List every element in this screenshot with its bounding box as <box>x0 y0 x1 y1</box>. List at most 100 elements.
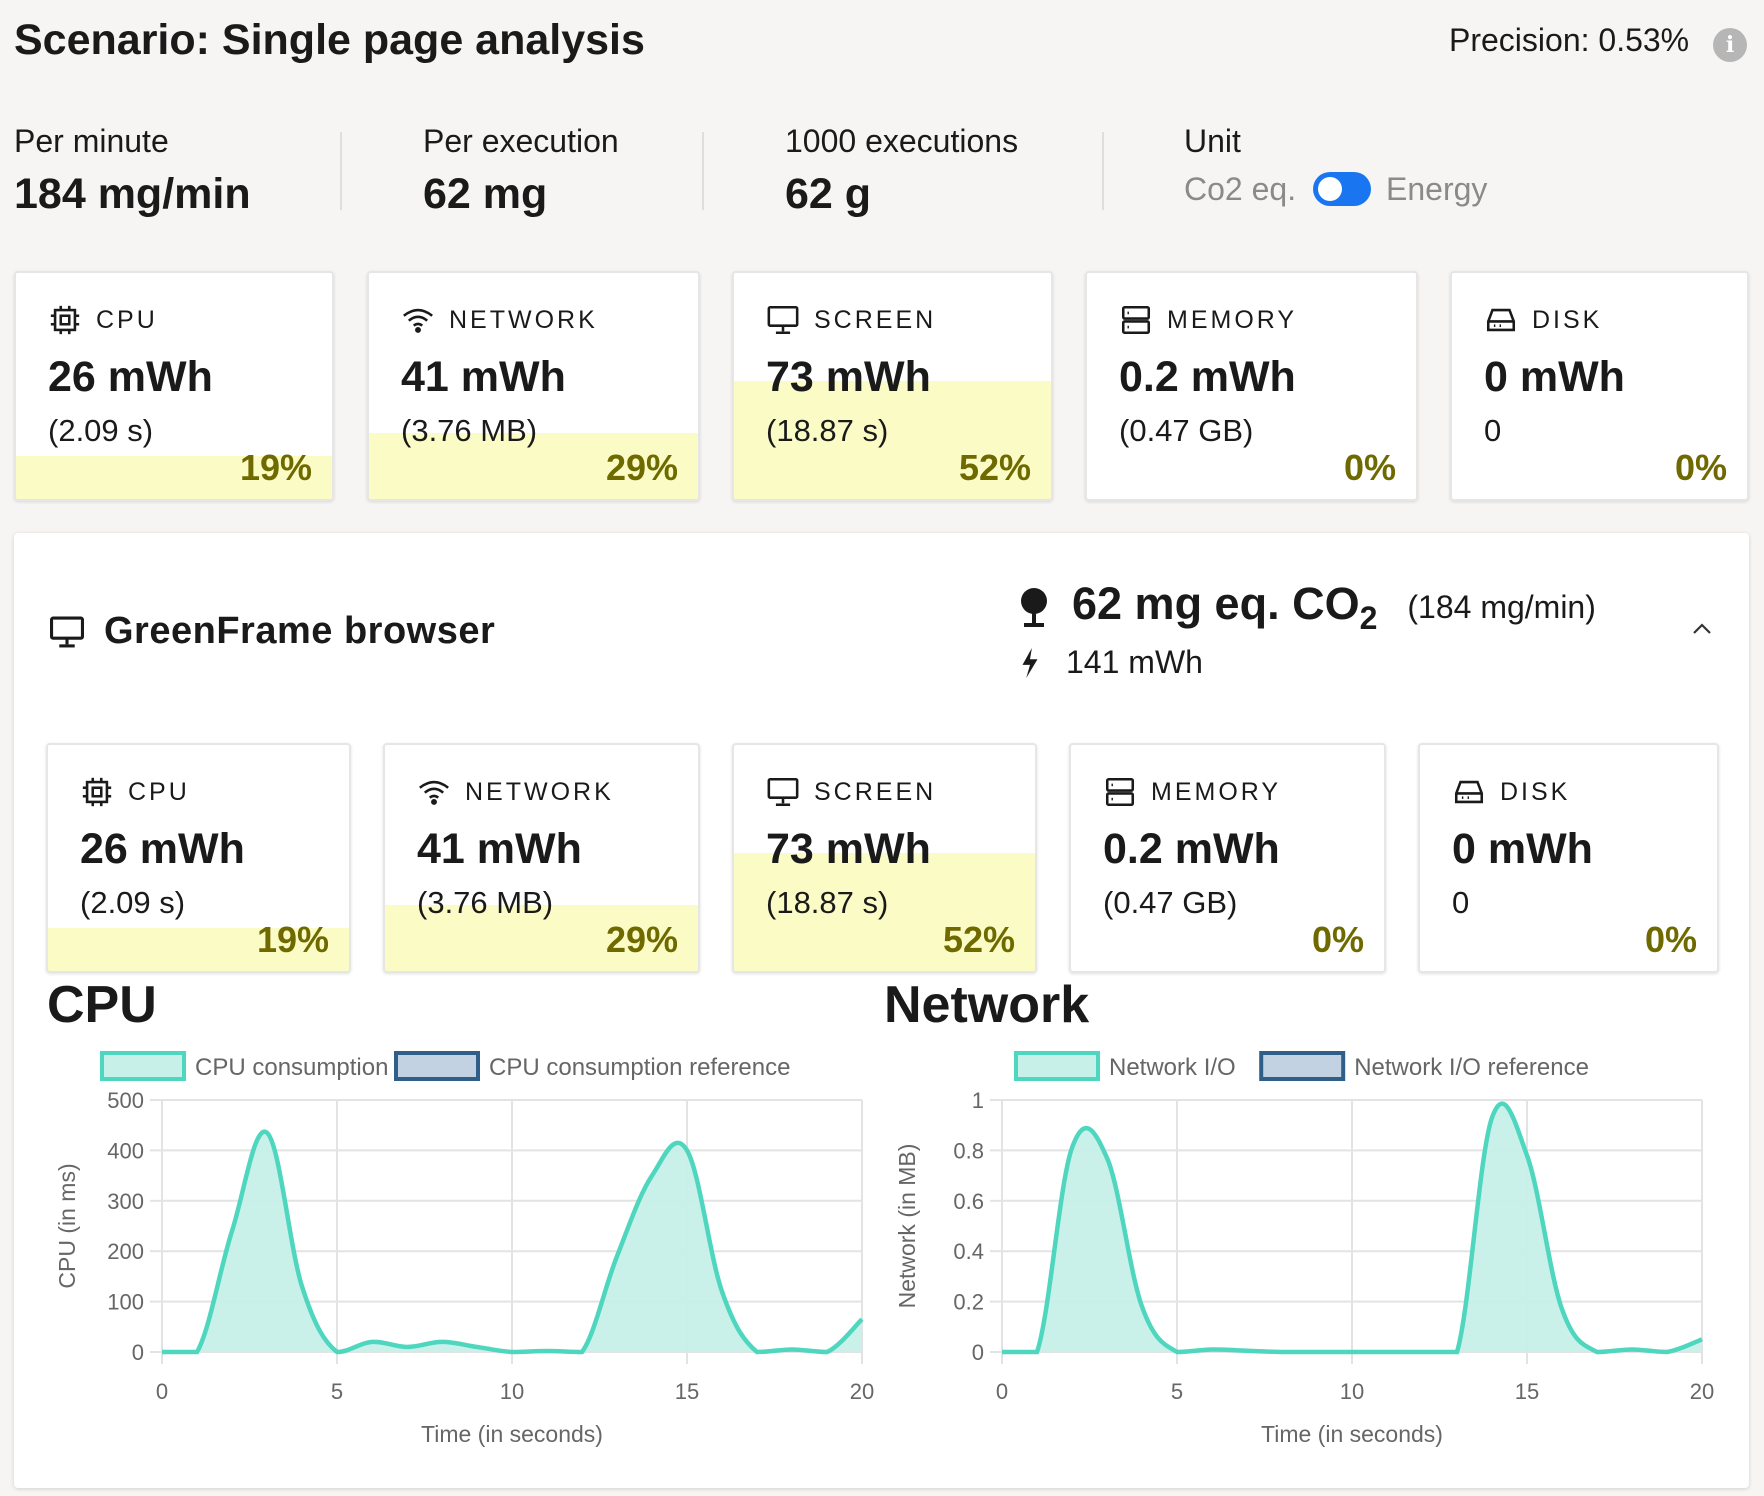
stat-divider <box>1102 132 1104 210</box>
monitor-icon <box>767 777 799 807</box>
resource-card-cpu: CPU 26 mWh (2.09 s) 19% <box>14 271 334 501</box>
card-value: 41 mWh <box>401 353 566 401</box>
stat-divider <box>340 132 342 210</box>
card-detail: (3.76 MB) <box>401 413 538 448</box>
x-tick-label: 20 <box>1690 1379 1714 1404</box>
card-detail: (2.09 s) <box>80 885 186 920</box>
y-tick-label: 500 <box>107 1088 144 1113</box>
card-label: SCREEN <box>814 305 937 334</box>
card-percent: 52% <box>942 919 1015 960</box>
y-tick-label: 200 <box>107 1239 144 1264</box>
card-value: 73 mWh <box>766 825 931 873</box>
memory-icon <box>1121 305 1151 335</box>
energy-value: 141 mWh <box>1066 644 1203 680</box>
legend-swatch <box>100 1051 186 1081</box>
card-value: 0 mWh <box>1452 825 1593 873</box>
card-label: NETWORK <box>449 305 598 334</box>
wifi-icon <box>419 780 449 805</box>
x-tick-label: 0 <box>996 1379 1008 1404</box>
info-icon[interactable]: i <box>1713 28 1747 62</box>
x-tick-label: 5 <box>331 1379 343 1404</box>
y-tick-label: 0.4 <box>953 1239 984 1264</box>
card-label: DISK <box>1532 305 1603 334</box>
unit-option-energy[interactable]: Energy <box>1386 171 1487 208</box>
per-execution-value: 62 mg <box>423 170 548 218</box>
y-axis-title: CPU (in ms) <box>54 1163 80 1288</box>
stat-divider <box>702 132 704 210</box>
toggle-knob <box>1318 177 1342 201</box>
card-percent: 29% <box>605 919 678 960</box>
card-detail: (18.87 s) <box>766 885 889 920</box>
card-percent: 0% <box>1311 919 1364 960</box>
y-tick-label: 0 <box>132 1340 144 1365</box>
monitor-icon <box>50 616 84 647</box>
per-minute-label: Per minute <box>14 123 169 159</box>
browser-header: GreenFrame browser <box>48 610 495 653</box>
resource-card-cpu: CPU 26 mWh (2.09 s) 19% <box>46 743 351 973</box>
card-percent: 52% <box>958 447 1031 488</box>
cpu-chart-title: CPU <box>47 976 157 1034</box>
y-tick-label: 0.8 <box>953 1138 984 1163</box>
resource-card-screen: SCREEN 73 mWh (18.87 s) 52% <box>732 271 1053 501</box>
co2-summary: 62 mg eq. CO2 (184 mg/min) <box>1018 578 1596 637</box>
card-value: 26 mWh <box>48 353 213 401</box>
co2-value: 62 mg eq. CO2 <box>1072 578 1378 636</box>
x-tick-label: 10 <box>500 1379 524 1404</box>
legend-label: CPU consumption reference <box>489 1054 790 1081</box>
memory-icon <box>1105 777 1135 807</box>
network-chart-title: Network <box>884 976 1090 1034</box>
x-axis-title: Time (in seconds) <box>421 1421 603 1447</box>
card-detail: (0.47 GB) <box>1103 885 1238 920</box>
y-tick-label: 0.2 <box>953 1290 984 1315</box>
thousand-executions-value: 62 g <box>785 170 872 218</box>
card-percent: 19% <box>239 447 312 488</box>
network-chart: Network I/O Network I/O reference 0 0.2 0.4 0… <box>894 1051 1714 1447</box>
y-tick-label: 1 <box>972 1088 984 1113</box>
card-value: 73 mWh <box>766 353 931 401</box>
card-percent: 29% <box>605 447 678 488</box>
resource-card-network: NETWORK 41 mWh (3.76 MB) 29% <box>367 271 700 501</box>
card-label: DISK <box>1500 777 1571 806</box>
unit-toggle[interactable] <box>1313 172 1371 206</box>
card-label: SCREEN <box>814 777 937 806</box>
card-percent: 0% <box>1644 919 1697 960</box>
card-label: CPU <box>96 305 158 334</box>
thousand-executions-label: 1000 executions <box>785 123 1019 159</box>
card-percent: 0% <box>1674 447 1727 488</box>
x-tick-label: 15 <box>1515 1379 1539 1404</box>
card-label: NETWORK <box>465 777 614 806</box>
y-tick-label: 100 <box>107 1290 144 1315</box>
card-label: CPU <box>128 777 190 806</box>
x-tick-label: 5 <box>1171 1379 1183 1404</box>
unit-option-co2[interactable]: Co2 eq. <box>1184 171 1296 208</box>
card-detail: 0 <box>1484 413 1502 448</box>
resource-card-disk: DISK 0 mWh 0 0% <box>1418 743 1719 973</box>
card-value: 0.2 mWh <box>1103 825 1280 873</box>
energy-summary: 141 mWh <box>1020 644 1203 681</box>
resource-card-disk: DISK 0 mWh 0 0% <box>1450 271 1749 501</box>
cpu-icon <box>50 305 80 335</box>
resource-card-screen: SCREEN 73 mWh (18.87 s) 52% <box>732 743 1037 973</box>
card-percent: 19% <box>256 919 329 960</box>
y-tick-label: 400 <box>107 1138 144 1163</box>
resource-card-memory: MEMORY 0.2 mWh (0.47 GB) 0% <box>1069 743 1386 973</box>
cpu-icon <box>82 777 112 807</box>
page-title: Scenario: Single page analysis <box>14 16 645 64</box>
x-tick-label: 10 <box>1340 1379 1364 1404</box>
card-value: 0 mWh <box>1484 353 1625 401</box>
per-execution-label: Per execution <box>423 123 619 159</box>
card-detail: (3.76 MB) <box>417 885 554 920</box>
per-minute-value: 184 mg/min <box>14 170 251 218</box>
disk-icon <box>1486 308 1516 332</box>
card-detail: (2.09 s) <box>48 413 154 448</box>
card-detail: (0.47 GB) <box>1119 413 1254 448</box>
card-label: MEMORY <box>1151 777 1282 806</box>
disk-icon <box>1454 780 1484 804</box>
chevron-up-icon[interactable] <box>1690 617 1714 641</box>
co2-rate: (184 mg/min) <box>1407 589 1596 625</box>
card-percent: 0% <box>1343 447 1396 488</box>
card-detail: (18.87 s) <box>766 413 889 448</box>
resource-card-network: NETWORK 41 mWh (3.76 MB) 29% <box>383 743 700 973</box>
cpu-chart: CPU consumption CPU consumption reference… <box>54 1051 874 1447</box>
card-detail: 0 <box>1452 885 1470 920</box>
